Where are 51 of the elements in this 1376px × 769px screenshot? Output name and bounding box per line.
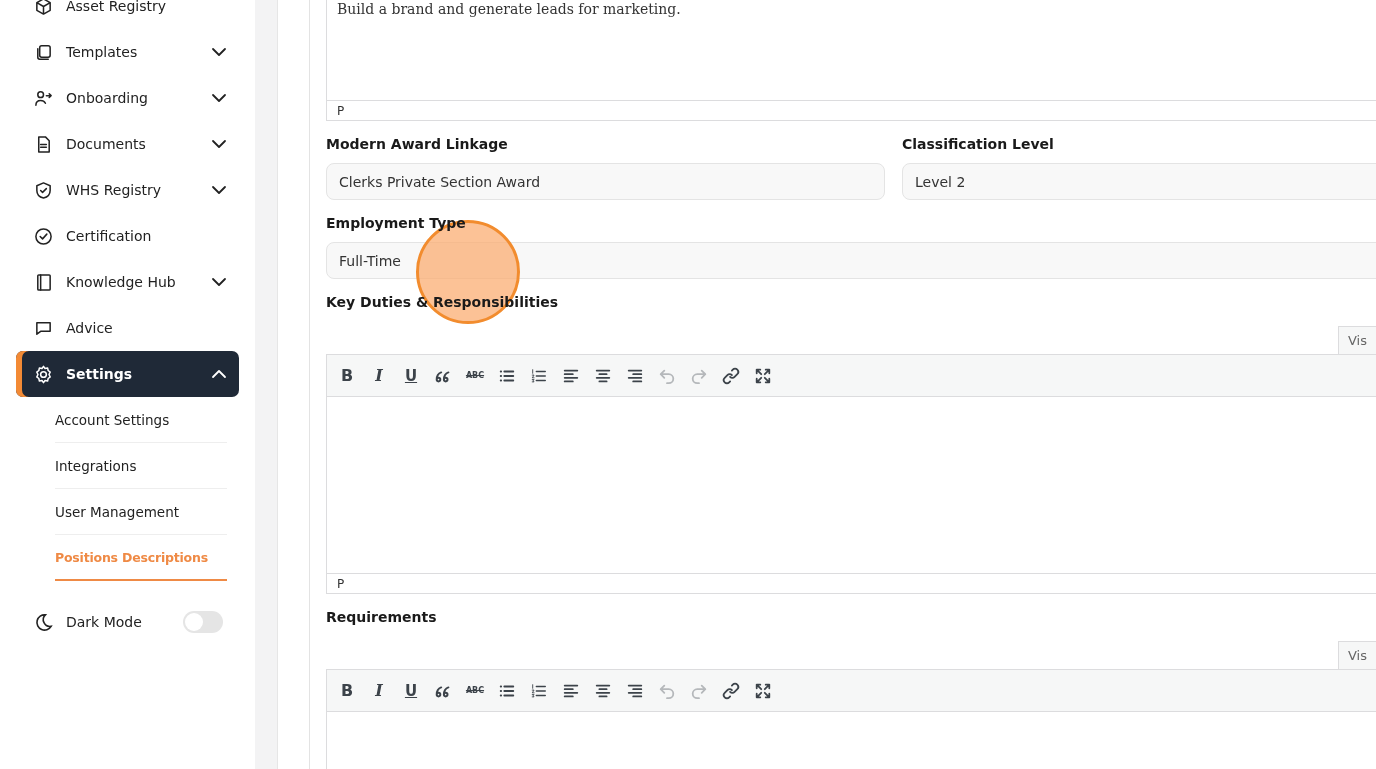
text-editor[interactable]: B I U ABC [326, 669, 1376, 769]
fullscreen-icon [754, 366, 772, 385]
fullscreen-icon [754, 681, 772, 700]
numbers-icon [530, 681, 548, 700]
book-icon [34, 272, 53, 292]
select-field[interactable]: Clerks Private Section Award [326, 163, 885, 200]
underline-button[interactable]: U [399, 363, 423, 388]
strike-button[interactable]: ABC [463, 363, 487, 388]
field-label: Classification Level [902, 135, 1055, 154]
link-icon [722, 681, 740, 700]
nav-item[interactable]: Knowledge Hub [16, 259, 239, 305]
nav-item[interactable]: Documents [16, 121, 239, 167]
nav-item[interactable]: Templates [16, 29, 239, 75]
check-circle-icon [34, 226, 53, 246]
editor-text: Build a brand and generate leads for marketing. [337, 1, 681, 17]
settings-icon [34, 364, 53, 384]
nav-item[interactable]: Asset Registry [16, 0, 239, 29]
dark-mode-label: Dark Mode [66, 614, 143, 630]
select-field[interactable]: Level 2 [902, 163, 1376, 200]
italic-button[interactable]: I [367, 363, 391, 388]
dark-mode-toggle[interactable] [183, 611, 223, 633]
path-label: P [337, 103, 345, 118]
person-arrow-icon [34, 88, 53, 108]
visual-tab[interactable]: Vis [1338, 641, 1376, 669]
nav-item[interactable]: WHS Registry [16, 167, 239, 213]
cube-icon [34, 0, 53, 16]
moon-icon [34, 612, 53, 632]
link-icon [722, 366, 740, 385]
path-label: P [337, 576, 345, 591]
copy-icon [34, 42, 53, 62]
shield-check-icon [34, 180, 53, 200]
nav-item[interactable]: Settings [16, 351, 239, 397]
strike-button[interactable]: ABC [463, 678, 487, 703]
text-editor[interactable]: B I U ABC P [326, 354, 1376, 594]
field-label: Modern Award Linkage [326, 135, 509, 154]
nav-item[interactable]: Onboarding [16, 75, 239, 121]
visual-tab[interactable]: Vis [1338, 326, 1376, 354]
nav-item[interactable]: Certification [16, 213, 239, 259]
italic-button[interactable]: I [367, 678, 391, 703]
bold-button[interactable]: B [335, 363, 359, 388]
text-editor[interactable]: Build a brand and generate leads for marketing. P [326, 0, 1376, 121]
select-field[interactable]: Full-Time [326, 242, 1376, 279]
field-label: Key Duties & Responsibilities [326, 293, 560, 312]
underline-button[interactable]: U [399, 678, 423, 703]
submenu-item[interactable]: Integrations [55, 443, 227, 489]
numbers-icon [530, 366, 548, 385]
submenu-item[interactable]: User Management [55, 489, 227, 535]
field-label: Requirements [326, 608, 438, 627]
nav-item[interactable]: Advice [16, 305, 239, 351]
bold-button[interactable]: B [335, 678, 359, 703]
submenu-item[interactable]: Account Settings [55, 397, 227, 443]
